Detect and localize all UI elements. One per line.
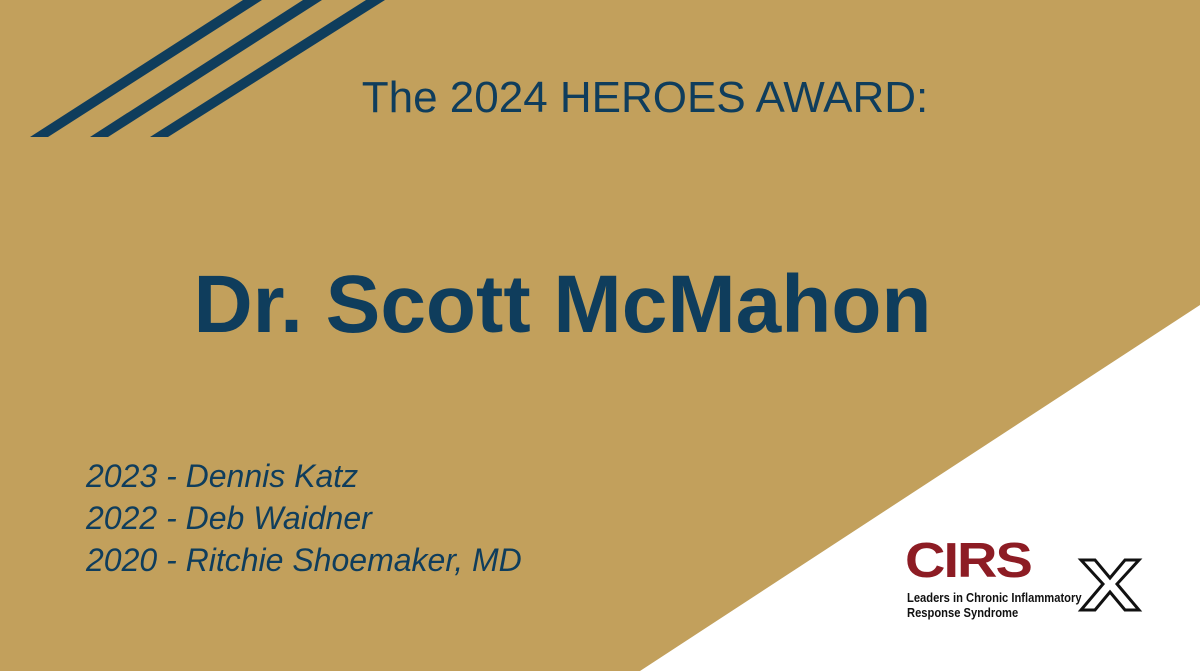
past-winner: 2022 - Deb Waidner [86,500,372,536]
x-mark-outline [1077,558,1143,612]
x-mark-icon [1077,558,1143,612]
logo-wordmark: CIRS [905,532,1033,588]
cirsx-logo: CIRS Leaders in Chronic Inflammatory Res… [905,534,1150,623]
logo-tagline: Leaders in Chronic Inflammatory Response… [907,590,1082,620]
logo-tagline-line: Leaders in Chronic Inflammatory [907,590,1082,605]
award-slide: The 2024 HEROES AWARD: Dr. Scott McMahon… [0,0,1200,671]
past-winners-list: 2023 - Dennis Katz 2022 - Deb Waidner 20… [86,455,522,581]
honoree-name: Dr. Scott McMahon [193,259,932,350]
past-winner: 2023 - Dennis Katz [86,458,359,494]
logo-tagline-line: Response Syndrome [907,605,1019,620]
past-winner: 2020 - Ritchie Shoemaker, MD [86,542,522,578]
award-title: The 2024 HEROES AWARD: [361,73,929,122]
